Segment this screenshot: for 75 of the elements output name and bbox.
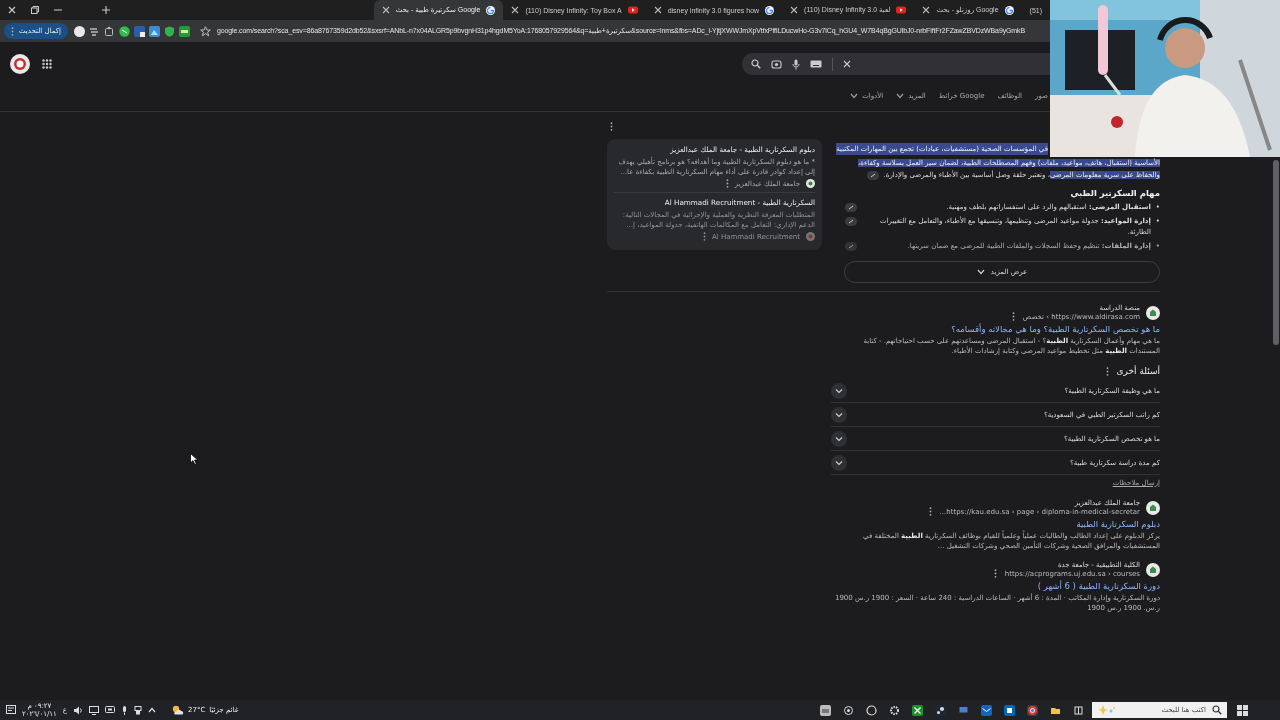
result-title[interactable]: دورة السكرتارية الطبية ( 6 أشهر ): [831, 581, 1160, 591]
result-title[interactable]: دبلوم السكرتارية الطبية: [831, 519, 1160, 529]
site-logo-icon: [1146, 500, 1160, 515]
xbox-icon[interactable]: [912, 704, 923, 716]
expand-icon[interactable]: [831, 406, 847, 423]
scrollbar[interactable]: [1272, 160, 1280, 345]
more-icon[interactable]: [702, 232, 706, 241]
target-icon[interactable]: [843, 704, 854, 716]
partly-cloudy-icon[interactable]: [172, 705, 184, 715]
expand-icon[interactable]: [831, 382, 847, 399]
new-tab-icon[interactable]: [102, 6, 110, 14]
site-logo-icon: [806, 179, 815, 188]
microphone-icon[interactable]: [121, 705, 128, 715]
chevron-up-icon[interactable]: [148, 707, 156, 713]
close-tab-icon[interactable]: [922, 6, 931, 14]
window-icon[interactable]: [1073, 704, 1084, 716]
camera-icon[interactable]: [771, 59, 782, 69]
search-icon[interactable]: [751, 59, 761, 69]
close-tab-icon[interactable]: [381, 6, 390, 14]
more-icon[interactable]: [928, 507, 932, 516]
circle-icon[interactable]: [866, 704, 877, 716]
keyboard-icon[interactable]: [810, 60, 822, 68]
more-icon[interactable]: [1105, 366, 1109, 376]
account-avatar-icon[interactable]: [10, 54, 30, 74]
microphone-icon[interactable]: [792, 58, 800, 70]
site-logo-icon: [1146, 562, 1160, 577]
sparkle-icon: [1097, 705, 1117, 715]
section-heading: أسئلة أخرى: [1116, 366, 1160, 376]
chevron-down-icon: [976, 269, 985, 275]
shield-icon[interactable]: [164, 25, 175, 37]
more-icon[interactable]: [610, 122, 613, 131]
extension-icon[interactable]: [119, 25, 130, 37]
notification-icon[interactable]: [6, 705, 16, 715]
more-icon[interactable]: [725, 179, 729, 188]
mail-icon[interactable]: [981, 704, 992, 716]
expand-icon[interactable]: [831, 430, 847, 447]
extension-icon[interactable]: [134, 25, 145, 37]
link-icon[interactable]: [845, 217, 857, 226]
apps-icon[interactable]: [42, 59, 52, 69]
site-logo-icon: [1146, 305, 1160, 320]
close-tab-icon[interactable]: [511, 6, 520, 14]
site-logo-icon: [806, 232, 815, 241]
search-icon[interactable]: [1212, 705, 1222, 715]
result-title[interactable]: ما هو تخصص السكرتارية الطبية؟ وما هي مجالاته وأقسامه؟: [831, 324, 1160, 334]
close-tab-icon[interactable]: [790, 6, 799, 14]
more-icon[interactable]: [11, 26, 14, 36]
overview-heading: مهام السكرتير الطبي: [1069, 188, 1160, 198]
browser-icon[interactable]: [1027, 704, 1038, 716]
store-icon[interactable]: [1004, 704, 1015, 716]
close-icon[interactable]: [8, 6, 16, 14]
puzzle-icon[interactable]: [104, 25, 115, 37]
network-icon[interactable]: [89, 705, 99, 715]
more-icon[interactable]: [993, 569, 997, 578]
extension-icon[interactable]: [89, 25, 100, 37]
close-tab-icon[interactable]: [653, 6, 662, 14]
extension-icon[interactable]: [149, 25, 160, 37]
extension-icon[interactable]: [179, 25, 190, 37]
restore-icon[interactable]: [31, 6, 39, 14]
bookmark-star-icon[interactable]: [200, 25, 211, 37]
clear-icon[interactable]: [843, 60, 851, 68]
printer-icon[interactable]: [820, 704, 831, 716]
avatar-icon[interactable]: [74, 25, 85, 37]
monitor-icon[interactable]: [105, 705, 115, 715]
start-icon[interactable]: [1237, 704, 1248, 716]
steam-icon[interactable]: [935, 704, 946, 716]
more-icon[interactable]: [1011, 312, 1015, 321]
cursor-icon: [190, 453, 198, 465]
minimize-icon[interactable]: [54, 6, 62, 14]
link-icon[interactable]: [866, 170, 879, 180]
usb-icon[interactable]: [134, 705, 142, 715]
gear-icon[interactable]: [889, 704, 900, 716]
speaker-icon[interactable]: [73, 705, 83, 715]
link-icon[interactable]: [845, 242, 857, 251]
link-icon[interactable]: [845, 203, 857, 212]
expand-icon[interactable]: [831, 454, 847, 471]
